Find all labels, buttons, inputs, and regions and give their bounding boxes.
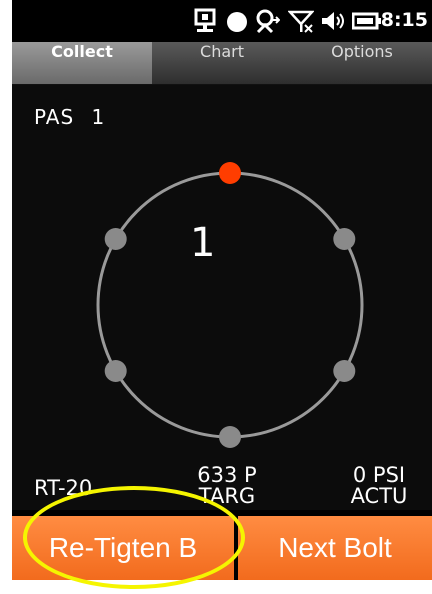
bolt-pattern-diagram — [96, 162, 364, 448]
tab-options[interactable]: Options — [292, 42, 432, 84]
current-bolt-number: 1 — [190, 220, 216, 266]
target-value: 633 P — [197, 463, 257, 487]
bolt-marker-1[interactable] — [219, 162, 241, 184]
volume-icon — [322, 12, 344, 30]
next-bolt-button[interactable]: Next Bolt — [238, 516, 432, 580]
actual-readout: 0 PSI ACTU — [334, 465, 424, 507]
tab-collect[interactable]: Collect — [12, 42, 152, 84]
bolt-marker-6[interactable] — [104, 228, 127, 250]
bolt-circle — [96, 171, 364, 439]
actual-value: 0 PSI — [352, 463, 406, 487]
bolt-marker-2[interactable] — [333, 228, 356, 250]
target-label: TARG — [198, 484, 256, 508]
record-icon — [227, 12, 247, 32]
no-signal-icon — [288, 10, 314, 33]
status-bar: 8:15 — [12, 0, 432, 42]
action-bar: Re-Tigten B Next Bolt — [12, 510, 432, 580]
collect-panel: PAS 1 1 RT-20 633 P TARG 0 PSI ACTU — [12, 85, 432, 510]
tab-bar: Collect Chart Options — [12, 42, 432, 85]
retighten-button[interactable]: Re-Tigten B — [12, 516, 234, 580]
target-readout: 633 P TARG — [182, 465, 272, 507]
connectivity-icon — [256, 9, 280, 34]
status-time: 8:15 — [380, 9, 428, 31]
tab-chart[interactable]: Chart — [152, 42, 292, 84]
tool-label: RT-20 — [34, 476, 93, 500]
bolt-marker-4[interactable] — [219, 426, 241, 448]
device-screen: 8:15 Collect Chart Options PAS 1 1 RT-20… — [12, 0, 432, 580]
bolt-marker-5[interactable] — [104, 360, 127, 382]
actual-label: ACTU — [350, 484, 408, 508]
bolt-marker-3[interactable] — [333, 360, 356, 382]
sync-icon — [194, 8, 216, 32]
battery-icon — [352, 12, 381, 30]
